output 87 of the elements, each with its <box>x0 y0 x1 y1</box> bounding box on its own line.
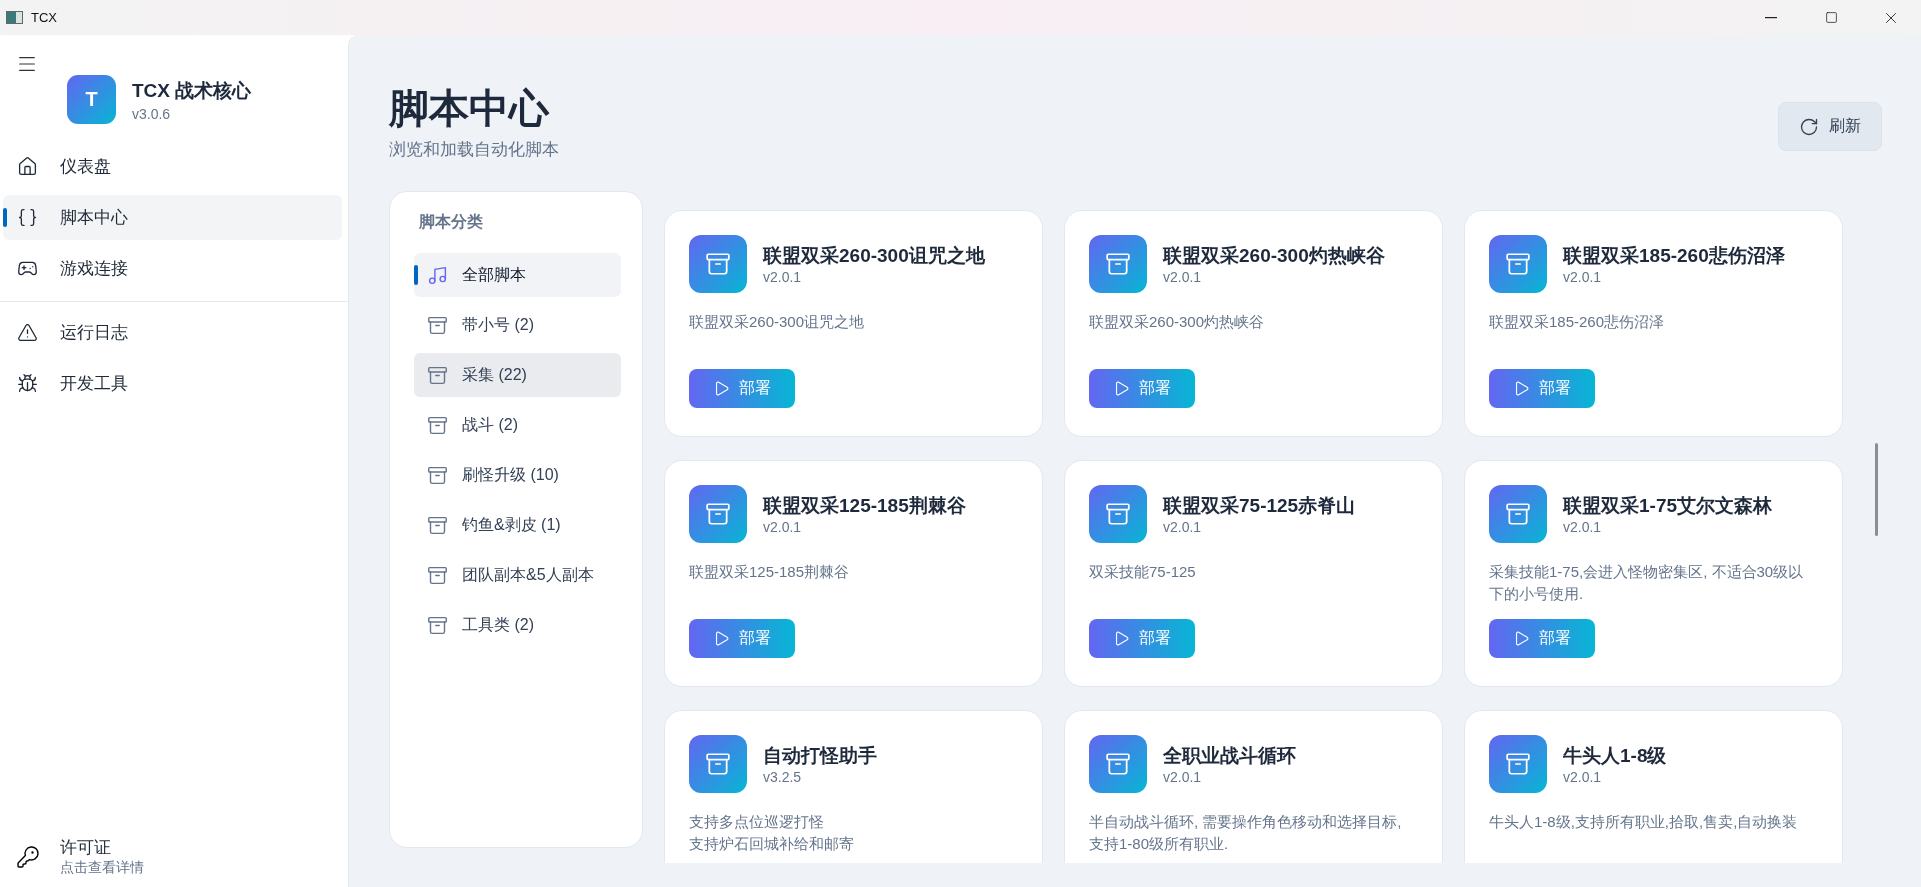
key-icon <box>16 844 40 869</box>
archive-icon <box>689 235 747 293</box>
app-icon <box>6 11 23 24</box>
archive-icon <box>1089 735 1147 793</box>
archive-icon <box>427 514 448 536</box>
nav-item[interactable]: 游戏连接 <box>3 246 342 291</box>
app-logo: T <box>67 75 116 124</box>
play-icon <box>713 380 730 397</box>
category-item[interactable]: 战斗 (2) <box>414 403 621 447</box>
script-description: 支持多点位巡逻打怪 <box>689 812 825 832</box>
script-name: 联盟双采75-125赤脊山 <box>1163 494 1356 518</box>
script-description: 半自动战斗循环, 需要操作角色移动和选择目标, 支持1-80级所有职业. <box>1089 812 1403 854</box>
minimize-icon <box>1765 16 1777 19</box>
archive-icon <box>427 314 448 336</box>
script-name: 联盟双采185-260悲伤沼泽 <box>1563 244 1785 268</box>
app-version: v3.0.6 <box>132 105 172 122</box>
script-name: 自动打怪助手 <box>763 744 877 768</box>
script-description: 联盟双采125-185荆棘谷 <box>689 562 851 582</box>
license-title: 许可证 <box>60 837 112 859</box>
category-item[interactable]: 团队副本&5人副本 <box>414 553 621 597</box>
page-subtitle: 浏览和加载自动化脚本 <box>389 139 559 161</box>
license-subtitle: 点击查看详情 <box>60 859 144 877</box>
app-name: TCX 战术核心 <box>132 78 252 103</box>
script-description: 牛头人1-8级,支持所有职业,拾取,售卖,自动换装 <box>1489 812 1799 832</box>
category-item[interactable]: 刷怪升级 (10) <box>414 453 621 497</box>
nav-item[interactable]: 脚本中心 <box>3 195 342 240</box>
archive-icon <box>1489 735 1547 793</box>
script-version: v2.0.1 <box>1163 269 1203 285</box>
warning-icon <box>17 322 38 343</box>
archive-icon <box>1089 485 1147 543</box>
script-version: v2.0.1 <box>763 269 803 285</box>
archive-icon <box>427 614 448 636</box>
category-item[interactable]: 钓鱼&剥皮 (1) <box>414 503 621 547</box>
play-icon <box>1113 630 1130 647</box>
script-description: 联盟双采260-300灼热峡谷 <box>1089 312 1266 332</box>
script-description: 支持炉石回城补给和邮寄 <box>689 834 855 854</box>
archive-icon <box>427 564 448 586</box>
archive-icon <box>427 464 448 486</box>
nav-item[interactable]: 运行日志 <box>3 310 342 355</box>
script-description: 联盟双采260-300诅咒之地 <box>689 312 866 332</box>
script-version: v2.0.1 <box>1563 269 1603 285</box>
archive-icon <box>427 414 448 436</box>
script-name: 联盟双采125-185荆棘谷 <box>763 494 966 518</box>
archive-icon <box>1489 485 1547 543</box>
active-indicator <box>3 208 7 227</box>
archive-icon <box>689 485 747 543</box>
script-version: v2.0.1 <box>1563 769 1603 785</box>
braces-icon <box>17 207 38 228</box>
play-icon <box>1113 380 1130 397</box>
maximize-icon <box>1824 11 1838 24</box>
script-name: 联盟双采1-75艾尔文森林 <box>1563 494 1773 518</box>
script-description: 采集技能1-75,会进入怪物密集区, 不适合30级以下的小号使用. <box>1489 562 1805 604</box>
window-title: TCX <box>31 10 58 25</box>
archive-icon <box>1089 235 1147 293</box>
script-version: v3.2.5 <box>763 769 803 785</box>
script-name: 联盟双采260-300诅咒之地 <box>763 244 985 268</box>
refresh-icon <box>1799 116 1819 137</box>
script-name: 牛头人1-8级 <box>1563 744 1667 768</box>
script-version: v2.0.1 <box>763 519 803 535</box>
script-description: 双采技能75-125 <box>1089 562 1197 582</box>
script-name: 联盟双采260-300灼热峡谷 <box>1163 244 1385 268</box>
script-version: v2.0.1 <box>1163 519 1203 535</box>
script-version: v2.0.1 <box>1163 769 1203 785</box>
archive-icon <box>427 364 448 386</box>
category-item[interactable]: 带小号 (2) <box>414 303 621 347</box>
home-icon <box>17 156 38 177</box>
panel-title: 脚本分类 <box>419 212 484 232</box>
play-icon <box>1513 380 1530 397</box>
page-title: 脚本中心 <box>389 85 551 132</box>
category-item[interactable]: 全部脚本 <box>414 253 621 297</box>
nav-item[interactable]: 开发工具 <box>3 361 342 406</box>
play-icon <box>1513 630 1530 647</box>
scrollbar-thumb[interactable] <box>1875 443 1878 536</box>
nav-item[interactable]: 仪表盘 <box>3 144 342 189</box>
archive-icon <box>1489 235 1547 293</box>
script-name: 全职业战斗循环 <box>1163 744 1296 768</box>
bug-icon <box>17 373 38 394</box>
active-indicator <box>414 265 418 285</box>
license-item[interactable]: 许可证 点击查看详情 <box>0 836 348 887</box>
category-item[interactable]: 工具类 (2) <box>414 603 621 647</box>
archive-icon <box>689 735 747 793</box>
script-description: 联盟双采185-260悲伤沼泽 <box>1489 312 1666 332</box>
play-icon <box>713 630 730 647</box>
music-note-icon <box>427 264 448 286</box>
category-item[interactable]: 采集 (22) <box>414 353 621 397</box>
refresh-button[interactable]: 刷新 <box>1778 102 1882 151</box>
script-version: v2.0.1 <box>1563 519 1603 535</box>
